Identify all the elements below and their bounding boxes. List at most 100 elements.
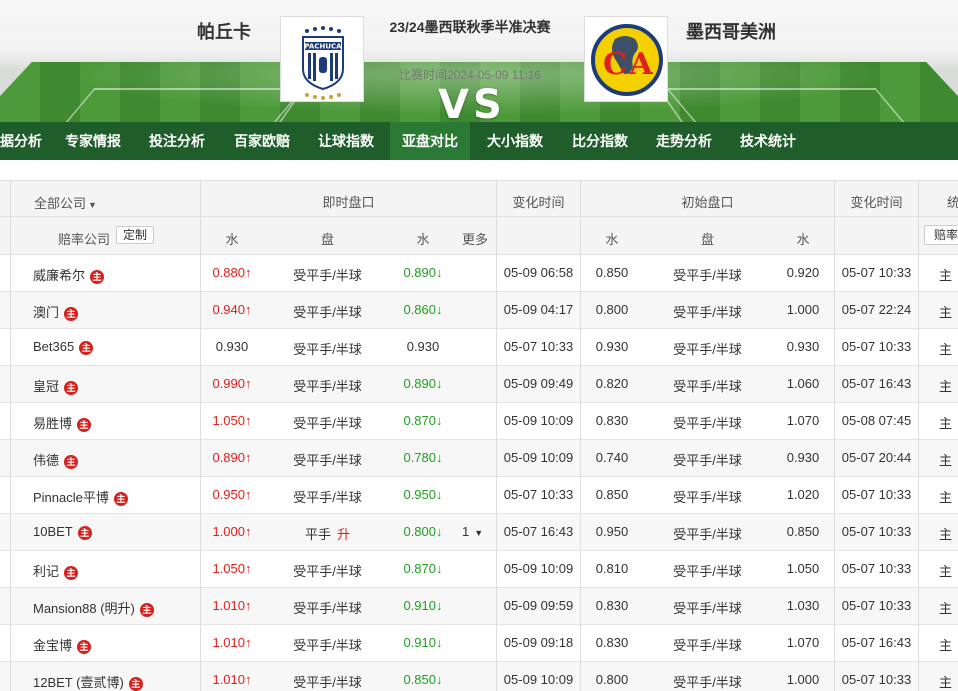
row-stats-link[interactable]: 主 bbox=[939, 339, 952, 358]
company-cell[interactable]: 金宝博主 bbox=[33, 635, 92, 654]
init-away-water: 1.070 bbox=[786, 413, 820, 428]
row-stats-link[interactable]: 主 bbox=[939, 487, 952, 506]
live-away-water: 0.930 bbox=[392, 339, 454, 354]
company-name[interactable]: Pinnacle平博 bbox=[33, 490, 109, 505]
init-change-time: 05-07 10:33 bbox=[841, 339, 912, 354]
live-handicap: 受平手/半球 bbox=[265, 339, 390, 358]
nav-item-tech-stats[interactable]: 技术统计 bbox=[740, 122, 796, 160]
live-handicap-value: 受平手/半球 bbox=[293, 453, 362, 468]
live-away-value: 0.850 bbox=[403, 672, 437, 687]
init-change-time: 05-07 10:33 bbox=[841, 672, 912, 687]
table-row[interactable]: Mansion88 (明升) 主 1.010↑ 受平手/半球 0.910↓ 05-09 0… bbox=[0, 588, 958, 625]
live-home-water: 0.950↑ bbox=[201, 487, 263, 502]
row-stats-link[interactable]: 主 bbox=[939, 524, 952, 543]
init-away-water: 1.020 bbox=[786, 487, 820, 502]
init-home-water: 0.930 bbox=[595, 339, 629, 354]
svg-text:PACHUCA: PACHUCA bbox=[304, 43, 342, 51]
odds-table: 全部公司 ▼ 即时盘口 变化时间 初始盘口 变化时间 统 赔率公司 定制 水 盘 … bbox=[0, 180, 958, 691]
nav-item-asian-handicap[interactable]: 亚盘对比 bbox=[390, 122, 470, 160]
init-away-water: 1.060 bbox=[786, 376, 820, 391]
company-name[interactable]: 利记 bbox=[33, 564, 59, 579]
company-cell[interactable]: Mansion88 (明升) 主 bbox=[33, 598, 154, 617]
row-stats-link[interactable]: 主 bbox=[939, 561, 952, 580]
company-name[interactable]: 伟德 bbox=[33, 453, 59, 468]
live-home-water: 0.890↑ bbox=[201, 450, 263, 465]
company-name[interactable]: 金宝博 bbox=[33, 638, 72, 653]
home-badge-icon: 主 bbox=[79, 340, 94, 355]
row-stats-link[interactable]: 主 bbox=[939, 413, 952, 432]
more-dropdown[interactable]: 1 ▼ bbox=[462, 524, 483, 539]
company-name[interactable]: Mansion88 (明升) bbox=[33, 601, 135, 616]
company-cell[interactable]: 澳门主 bbox=[33, 302, 79, 321]
table-row[interactable]: 易胜博主 1.050↑ 受平手/半球 0.870↓ 05-09 10:09 0.830 受平… bbox=[0, 403, 958, 440]
row-stats-link[interactable]: 主 bbox=[939, 450, 952, 469]
home-badge-icon: 主 bbox=[139, 602, 154, 617]
table-row[interactable]: 伟德主 0.890↑ 受平手/半球 0.780↓ 05-09 10:09 0.740 受平手… bbox=[0, 440, 958, 477]
company-cell[interactable]: 利记主 bbox=[33, 561, 79, 580]
arrow-down-icon: ↓ bbox=[436, 413, 443, 428]
row-stats-link[interactable]: 主 bbox=[939, 302, 952, 321]
company-cell[interactable]: 皇冠主 bbox=[33, 376, 79, 395]
nav-item-expert-info[interactable]: 专家情报 bbox=[65, 122, 121, 160]
company-name[interactable]: 10BET bbox=[33, 524, 73, 539]
away-team-logo[interactable]: C A bbox=[584, 16, 668, 102]
company-cell[interactable]: Pinnacle平博主 bbox=[33, 487, 128, 506]
init-handicap-header: 盘 bbox=[700, 232, 714, 247]
init-change-time: 05-07 22:24 bbox=[841, 302, 912, 317]
change-time-header: 变化时间 bbox=[512, 195, 565, 210]
table-row[interactable]: 威廉希尔主 0.880↑ 受平手/半球 0.890↓ 05-09 06:58 0.850 受… bbox=[0, 255, 958, 292]
company-name[interactable]: 易胜博 bbox=[33, 416, 72, 431]
company-name[interactable]: 皇冠 bbox=[33, 379, 59, 394]
company-cell[interactable]: Bet365 主 bbox=[33, 339, 94, 355]
row-stats-link[interactable]: 主 bbox=[939, 265, 952, 284]
company-cell[interactable]: 易胜博主 bbox=[33, 413, 92, 432]
company-cell[interactable]: 威廉希尔主 bbox=[33, 265, 105, 284]
company-name[interactable]: 澳门 bbox=[33, 305, 59, 320]
company-name[interactable]: 12BET (壹贰博) bbox=[33, 675, 124, 690]
live-home-water: 1.050↑ bbox=[201, 413, 263, 428]
company-cell[interactable]: 10BET 主 bbox=[33, 524, 92, 540]
odds-button[interactable]: 赔率 bbox=[924, 225, 958, 245]
arrow-up-icon: ↑ bbox=[245, 635, 252, 650]
init-handicap: 受平手/半球 bbox=[673, 416, 742, 431]
table-row[interactable]: Bet365 主 0.930 受平手/半球 0.930 05-07 10:33 0.930 受… bbox=[0, 329, 958, 366]
arrow-down-icon: ↓ bbox=[436, 376, 443, 391]
live-home-value: 1.010 bbox=[212, 672, 246, 687]
nav-item-score-index[interactable]: 比分指数 bbox=[572, 122, 628, 160]
nav-item-betting-analysis[interactable]: 投注分析 bbox=[149, 122, 205, 160]
more-header[interactable]: 更多 bbox=[456, 229, 494, 248]
table-row[interactable]: 12BET (壹贰博) 主 1.010↑ 受平手/半球 0.850↓ 05-09 10:0… bbox=[0, 662, 958, 691]
company-cell[interactable]: 12BET (壹贰博) 主 bbox=[33, 672, 143, 691]
init-away-water-header: 水 bbox=[796, 232, 810, 247]
table-row[interactable]: 利记主 1.050↑ 受平手/半球 0.870↓ 05-09 10:09 0.810 受平手… bbox=[0, 551, 958, 588]
home-badge-icon: 主 bbox=[64, 454, 79, 469]
table-row[interactable]: 10BET 主 1.000↑ 平手升 0.800↓ 1 ▼ 05-07 16:43 0.950 受… bbox=[0, 514, 958, 551]
home-team-name[interactable]: 帕丘卡 bbox=[197, 18, 251, 44]
home-team-logo[interactable]: PACHUCA bbox=[280, 16, 364, 102]
init-home-water: 0.850 bbox=[595, 265, 629, 280]
nav-item-euro-odds[interactable]: 百家欧赔 bbox=[234, 122, 290, 160]
nav-item-trend-analysis[interactable]: 走势分析 bbox=[656, 122, 712, 160]
live-handicap: 受平手/半球 bbox=[265, 450, 390, 469]
away-team-name[interactable]: 墨西哥美洲 bbox=[686, 18, 776, 44]
table-row[interactable]: 皇冠主 0.990↑ 受平手/半球 0.890↓ 05-09 09:49 0.820 受平手… bbox=[0, 366, 958, 403]
live-home-value: 1.010 bbox=[212, 598, 246, 613]
custom-button[interactable]: 定制 bbox=[116, 226, 154, 244]
live-away-water: 0.860↓ bbox=[392, 302, 454, 317]
home-badge-icon: 主 bbox=[64, 565, 79, 580]
row-stats-link[interactable]: 主 bbox=[939, 376, 952, 395]
row-stats-link[interactable]: 主 bbox=[939, 635, 952, 654]
table-row[interactable]: 金宝博主 1.010↑ 受平手/半球 0.910↓ 05-09 09:18 0.830 受平… bbox=[0, 625, 958, 662]
nav-item-over-under[interactable]: 大小指数 bbox=[487, 122, 543, 160]
live-handicap-value: 平手 bbox=[304, 527, 331, 542]
nav-item-data-analysis[interactable]: 据分析 bbox=[0, 122, 42, 160]
company-cell[interactable]: 伟德主 bbox=[33, 450, 79, 469]
company-name[interactable]: Bet365 bbox=[33, 339, 74, 354]
all-companies-dropdown[interactable]: 全部公司 ▼ bbox=[34, 193, 97, 212]
table-row[interactable]: 澳门主 0.940↑ 受平手/半球 0.860↓ 05-09 04:17 0.800 受平手… bbox=[0, 292, 958, 329]
row-stats-link[interactable]: 主 bbox=[939, 598, 952, 617]
company-name[interactable]: 威廉希尔 bbox=[33, 268, 85, 283]
row-stats-link[interactable]: 主 bbox=[939, 672, 952, 691]
table-row[interactable]: Pinnacle平博主 0.950↑ 受平手/半球 0.950↓ 05-07 10:33… bbox=[0, 477, 958, 514]
nav-item-handicap-index[interactable]: 让球指数 bbox=[318, 122, 374, 160]
